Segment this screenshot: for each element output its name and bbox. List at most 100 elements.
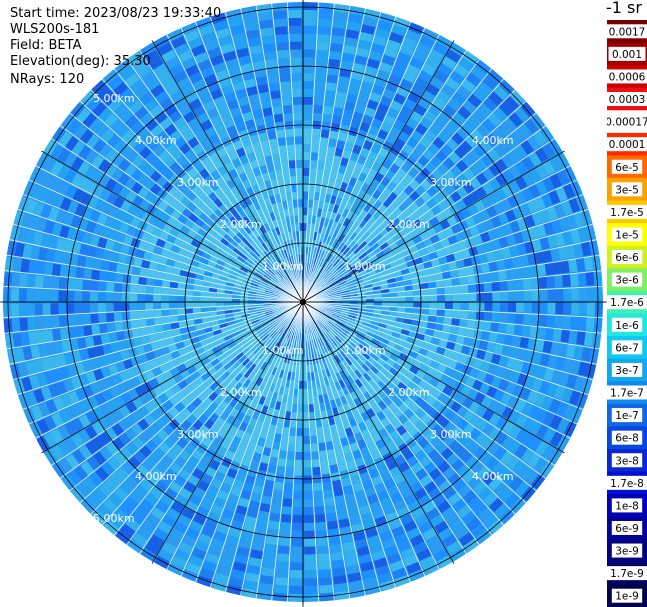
range-gate-cell <box>522 313 532 325</box>
range-gate-cell <box>492 302 501 312</box>
range-gate-cell <box>555 288 564 301</box>
range-gate-cell <box>586 302 596 316</box>
range-gate-cell <box>563 287 572 301</box>
range-gate-cell <box>291 88 302 98</box>
range-gate-cell <box>562 315 572 329</box>
range-gate-cell <box>299 365 303 374</box>
range-gate-cell <box>97 292 106 302</box>
range-gate-cell <box>312 459 321 468</box>
range-gate-cell <box>577 272 587 287</box>
range-label: 1.00km <box>262 344 304 357</box>
range-gate-cell <box>113 312 123 322</box>
range-gate-cell <box>303 230 307 239</box>
range-gate-cell <box>522 278 532 290</box>
range-gate-cell <box>293 128 303 137</box>
range-gate-cell <box>304 514 315 524</box>
range-gate-cell <box>429 302 438 309</box>
colorbar-tick-label: 1e-5 <box>615 229 639 241</box>
range-gate-cell <box>273 489 284 499</box>
range-gate-cell <box>262 43 276 53</box>
range-gate-cell <box>321 113 332 123</box>
range-gate-cell <box>319 584 334 594</box>
range-gate-cell <box>278 537 291 547</box>
range-gate-cell <box>82 280 91 291</box>
range-gate-cell <box>571 287 580 301</box>
range-gate-cell <box>264 58 278 69</box>
range-gate-cell <box>294 467 303 476</box>
range-gate-cell <box>129 311 139 321</box>
range-gate-cell <box>297 412 303 421</box>
range-gate-cell <box>59 327 70 341</box>
range-gate-cell <box>113 283 123 293</box>
range-gate-cell <box>497 269 508 281</box>
start-time-label: Start time: 2023/08/23 19:33:40 <box>10 6 222 21</box>
range-gate-cell <box>467 310 477 320</box>
range-gate-cell <box>115 263 126 274</box>
range-gate-cell <box>568 330 578 344</box>
range-gate-cell <box>317 18 332 28</box>
range-gate-cell <box>113 302 122 312</box>
range-label: 5.00km <box>93 92 135 105</box>
range-gate-cell <box>468 302 477 311</box>
range-gate-cell <box>476 302 485 311</box>
range-gate-cell <box>304 570 318 579</box>
ppi-scan-plot: 1.00km 1.00km1.00km 1.00km2.00km 2.00km2.00… <box>0 0 607 607</box>
range-gate-cell <box>577 316 587 331</box>
range-label: 2.00km <box>388 218 430 231</box>
range-gate-cell <box>547 302 556 314</box>
range-gate-cell <box>452 293 461 302</box>
range-gate-cell <box>271 2 287 12</box>
range-gate-cell <box>586 286 596 301</box>
range-gate-cell <box>288 33 302 42</box>
range-gate-cell <box>492 291 501 302</box>
range-gate-cell <box>208 297 217 302</box>
range-gate-cell <box>483 282 493 292</box>
range-gate-cell <box>153 302 162 310</box>
range-gate-cell <box>42 289 51 302</box>
range-gate-cell <box>389 302 398 307</box>
range-gate-cell <box>381 302 390 307</box>
range-label: 3.00km <box>177 428 219 441</box>
range-gate-cell <box>537 326 547 340</box>
range-gate-cell <box>153 279 163 288</box>
range-gate-cell <box>89 291 98 302</box>
range-gate-cell <box>34 289 43 302</box>
colorbar-tick-label: 6e-8 <box>615 433 639 445</box>
range-gate-cell <box>303 2 318 11</box>
range-gate-cell <box>303 41 316 50</box>
range-gate-cell <box>323 489 334 499</box>
range-gate-cell <box>552 328 563 342</box>
range-gate-cell <box>437 302 446 309</box>
colorbar-tick-label: 1.7e-7 <box>610 388 644 400</box>
range-gate-cell <box>318 2 333 12</box>
range-gate-cell <box>327 520 339 530</box>
range-label: 4.00km <box>135 470 177 483</box>
range-gate-cell <box>317 561 332 570</box>
range-gate-cell <box>303 33 316 42</box>
range-gate-cell <box>319 592 335 602</box>
range-gate-cell <box>476 292 485 302</box>
range-gate-cell <box>168 295 177 302</box>
range-gate-cell <box>318 144 327 154</box>
range-gate-cell <box>313 97 324 106</box>
range-gate-cell <box>283 112 293 122</box>
range-gate-cell <box>43 262 54 276</box>
range-gate-cell <box>314 81 325 90</box>
range-gate-cell <box>11 318 21 333</box>
range-gate-cell <box>544 327 555 341</box>
range-gate-cell <box>316 537 329 547</box>
range-gate-cell <box>277 545 291 555</box>
range-gate-cell <box>303 436 311 445</box>
range-gate-cell <box>145 294 154 302</box>
range-gate-cell <box>105 282 115 293</box>
colorbar-tick-label: 1e-9 <box>615 591 639 603</box>
range-gate-cell <box>413 302 422 308</box>
range-gate-cell <box>288 593 303 602</box>
range-gate-cell <box>480 330 491 341</box>
range-gate-cell <box>420 308 430 315</box>
range-gate-cell <box>421 295 430 302</box>
range-gate-cell <box>328 50 342 61</box>
range-gate-cell <box>309 175 316 185</box>
colorbar-tick-label: 3e-7 <box>615 365 639 377</box>
range-gate-cell <box>308 183 315 193</box>
